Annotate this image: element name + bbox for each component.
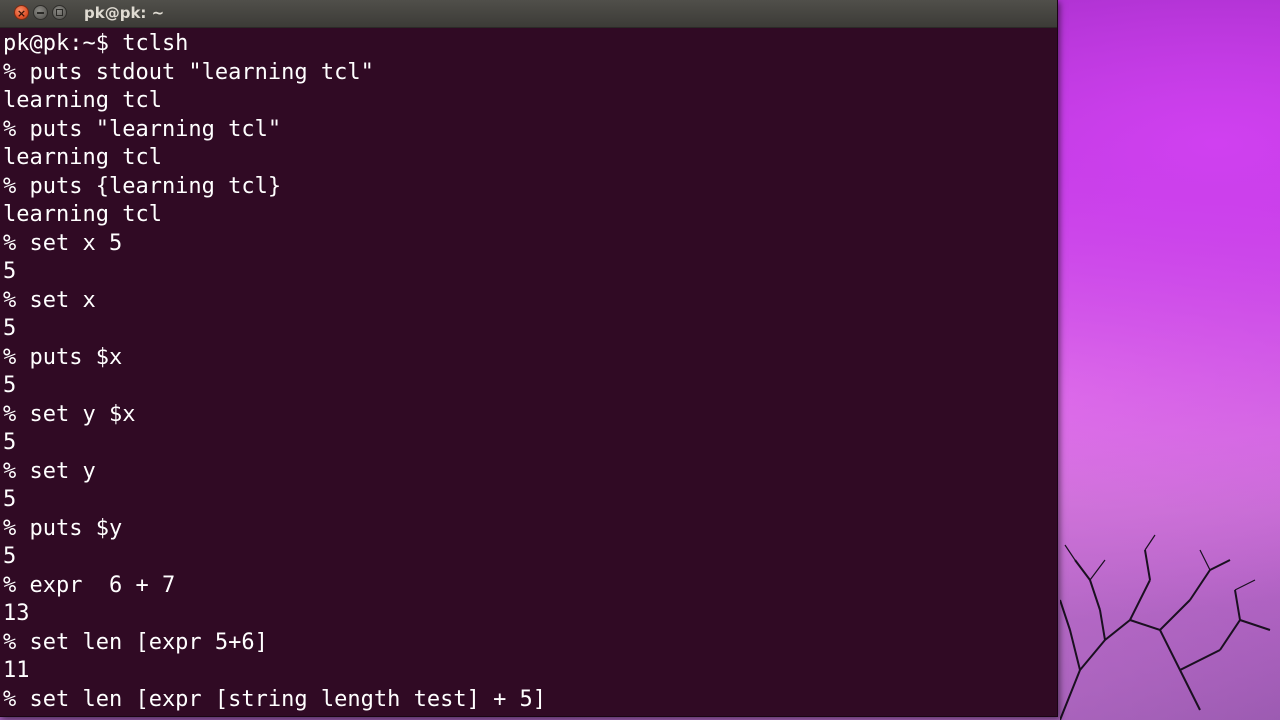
close-glyph: × bbox=[16, 7, 27, 20]
terminal-line: 5 bbox=[3, 487, 17, 512]
terminal-line: % puts {learning tcl} bbox=[3, 173, 282, 199]
minimize-icon[interactable] bbox=[33, 5, 48, 20]
window-titlebar[interactable]: × pk@pk: ~ bbox=[0, 0, 1057, 28]
terminal-line: 5 bbox=[3, 430, 17, 455]
terminal-line: % set x 5 bbox=[3, 230, 123, 256]
terminal-line: 5 bbox=[3, 316, 17, 341]
terminal-line: % set x bbox=[3, 287, 96, 313]
terminal-line: learning tcl bbox=[3, 88, 162, 113]
terminal-line: % set y $x bbox=[3, 401, 136, 427]
tree-silhouette bbox=[1060, 534, 1271, 720]
terminal-line: pk@pk:~$ tclsh bbox=[3, 31, 189, 56]
terminal-line: learning tcl bbox=[3, 145, 162, 170]
terminal-line: learning tcl bbox=[3, 202, 162, 227]
terminal-line: 11 bbox=[3, 658, 30, 683]
terminal-line: % set len [expr 5+6] bbox=[3, 629, 268, 655]
window-title: pk@pk: ~ bbox=[84, 4, 165, 22]
terminal-line: 5 bbox=[3, 373, 17, 398]
terminal-line: % puts "learning tcl" bbox=[3, 116, 282, 142]
terminal-body[interactable]: pk@pk:~$ tclsh % puts stdout "learning t… bbox=[0, 28, 1057, 716]
terminal-line: % set len [expr [string length test] + 5… bbox=[3, 686, 547, 712]
terminal-line: % puts $y bbox=[3, 515, 123, 541]
maximize-box bbox=[56, 9, 63, 16]
terminal-window: × pk@pk: ~ pk@pk:~$ tclsh % puts stdout … bbox=[0, 0, 1058, 717]
terminal-line: % puts $x bbox=[3, 344, 123, 370]
terminal-line: % puts stdout "learning tcl" bbox=[3, 59, 374, 85]
maximize-icon[interactable] bbox=[52, 5, 67, 20]
terminal-line: 5 bbox=[3, 259, 17, 284]
terminal-line: % set y bbox=[3, 458, 96, 484]
terminal-line: % expr 6 + 7 bbox=[3, 572, 176, 598]
terminal-line: 5 bbox=[3, 544, 17, 569]
close-icon[interactable]: × bbox=[14, 5, 29, 20]
minimize-bar bbox=[37, 12, 44, 14]
terminal-line: 13 bbox=[3, 601, 30, 626]
